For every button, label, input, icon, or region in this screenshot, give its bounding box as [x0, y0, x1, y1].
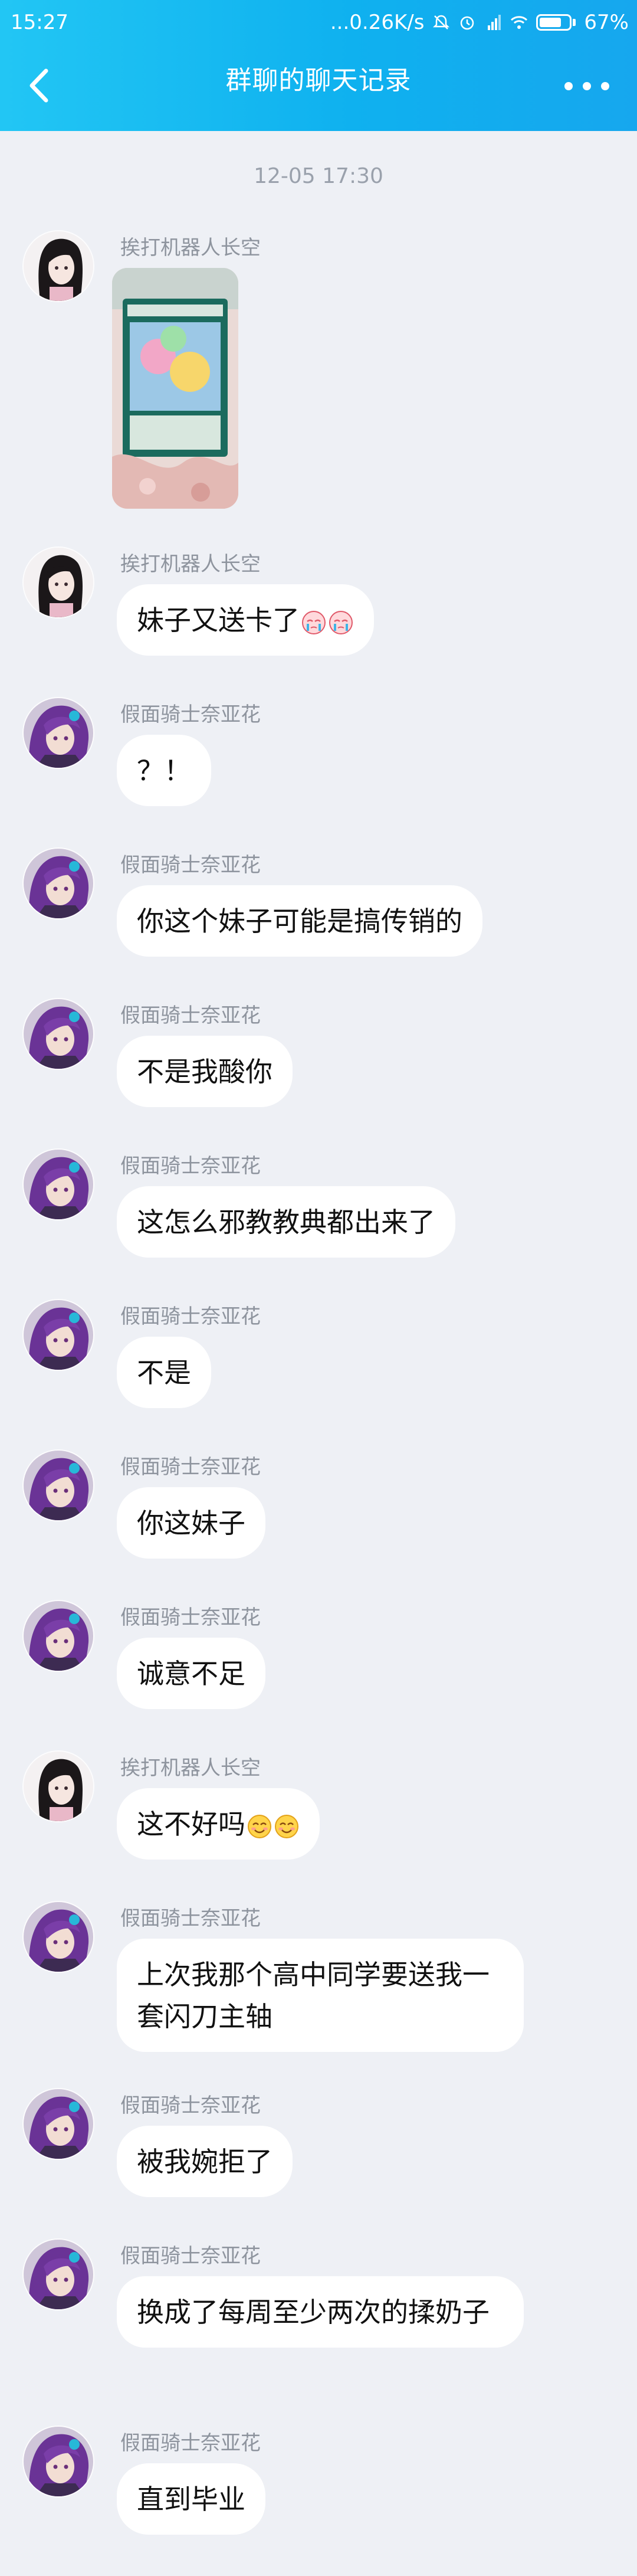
- page-title: 群聊的聊天记录: [225, 66, 412, 96]
- sender-name: 假面骑士奈亚花: [120, 853, 261, 877]
- nav-bar: 群聊的聊天记录: [0, 48, 637, 125]
- network-speed: ...0.26K/s: [330, 11, 425, 34]
- sender-name: 假面骑士奈亚花: [120, 1154, 261, 1178]
- message-bubble[interactable]: 换成了每周至少两次的揉奶子: [117, 2276, 524, 2348]
- message-text: 诚意不足: [137, 1658, 245, 1690]
- message-text: 被我婉拒了: [137, 2146, 272, 2178]
- avatar[interactable]: [24, 548, 93, 617]
- message-bubble[interactable]: 诚意不足: [117, 1638, 265, 1709]
- message-text: 你这个妹子可能是搞传销的: [137, 905, 462, 937]
- status-bar: 15:27 ...0.26K/s 67%: [0, 6, 637, 40]
- avatar[interactable]: [24, 2427, 93, 2496]
- crying-face-emoji-icon: [301, 610, 327, 636]
- date-divider: 12-05 17:30: [254, 164, 383, 188]
- avatar[interactable]: [24, 1601, 93, 1671]
- message-text: 这不好吗: [137, 1808, 245, 1840]
- message-text: 你这妹子: [137, 1507, 245, 1539]
- smiling-face-emoji-icon: [247, 1814, 272, 1839]
- status-icons: ...0.26K/s 67%: [330, 11, 629, 34]
- avatar[interactable]: [24, 698, 93, 768]
- sender-name: 假面骑士奈亚花: [120, 2431, 261, 2455]
- message-bubble[interactable]: 不是我酸你: [117, 1036, 293, 1107]
- battery-tip: [573, 19, 576, 26]
- card-photo-icon: [112, 268, 238, 509]
- sender-name: 挨打机器人长空: [120, 552, 261, 576]
- more-dots-icon[interactable]: [560, 68, 613, 104]
- message-text: 上次我那个高中同学要送我一套闪刀主轴: [137, 1959, 490, 2032]
- message-text: ？！: [137, 755, 191, 787]
- message-bubble[interactable]: 你这个妹子可能是搞传销的: [117, 885, 482, 957]
- message-text: 换成了每周至少两次的揉奶子: [137, 2296, 490, 2328]
- avatar[interactable]: [24, 999, 93, 1069]
- avatar[interactable]: [24, 2240, 93, 2309]
- top-bar: 15:27 ...0.26K/s 67% 群聊的聊天记录: [0, 0, 637, 131]
- signal-hd-icon: [488, 15, 501, 30]
- status-time: 15:27: [11, 11, 68, 34]
- sender-name: 挨打机器人长空: [120, 236, 261, 260]
- sender-name: 挨打机器人长空: [120, 1756, 261, 1780]
- sender-name: 假面骑士奈亚花: [120, 1004, 261, 1027]
- sender-name: 假面骑士奈亚花: [120, 1305, 261, 1328]
- avatar[interactable]: [24, 2089, 93, 2159]
- avatar[interactable]: [24, 1451, 93, 1520]
- message-bubble[interactable]: 妹子又送卡了: [117, 584, 374, 656]
- battery-percent: 67%: [584, 11, 629, 34]
- sender-name: 假面骑士奈亚花: [120, 1455, 261, 1479]
- message-bubble[interactable]: 不是: [117, 1337, 211, 1408]
- sender-name: 假面骑士奈亚花: [120, 703, 261, 726]
- avatar[interactable]: [24, 1902, 93, 1972]
- message-bubble[interactable]: 这不好吗: [117, 1788, 320, 1860]
- message-text: 直到毕业: [137, 2483, 245, 2515]
- sender-name: 假面骑士奈亚花: [120, 1907, 261, 1930]
- sender-name: 假面骑士奈亚花: [120, 1606, 261, 1629]
- avatar[interactable]: [24, 1300, 93, 1370]
- sender-name: 假面骑士奈亚花: [120, 2244, 261, 2268]
- smiling-face-emoji-icon: [274, 1814, 300, 1839]
- message-text: 这怎么邪教教典都出来了: [137, 1206, 435, 1238]
- sender-name: 假面骑士奈亚花: [120, 2094, 261, 2117]
- message-text: 不是: [137, 1357, 191, 1389]
- message-bubble[interactable]: ？！: [117, 735, 211, 806]
- avatar[interactable]: [24, 231, 93, 301]
- avatar[interactable]: [24, 849, 93, 918]
- message-text: 不是我酸你: [137, 1056, 272, 1088]
- alarm-icon: [461, 16, 474, 30]
- message-bubble[interactable]: 这怎么邪教教典都出来了: [117, 1186, 455, 1258]
- message-bubble[interactable]: 直到毕业: [117, 2463, 265, 2535]
- crying-face-emoji-icon: [328, 610, 354, 636]
- wifi-icon: [511, 16, 528, 29]
- image-message[interactable]: [112, 268, 238, 509]
- avatar[interactable]: [24, 1752, 93, 1821]
- message-bubble[interactable]: 被我婉拒了: [117, 2126, 293, 2197]
- message-text: 妹子又送卡了: [137, 604, 300, 636]
- message-bubble[interactable]: 你这妹子: [117, 1487, 265, 1559]
- avatar[interactable]: [24, 1150, 93, 1219]
- mute-bell-icon: [433, 15, 450, 30]
- battery-icon: [536, 14, 572, 31]
- message-bubble[interactable]: 上次我那个高中同学要送我一套闪刀主轴: [117, 1939, 524, 2052]
